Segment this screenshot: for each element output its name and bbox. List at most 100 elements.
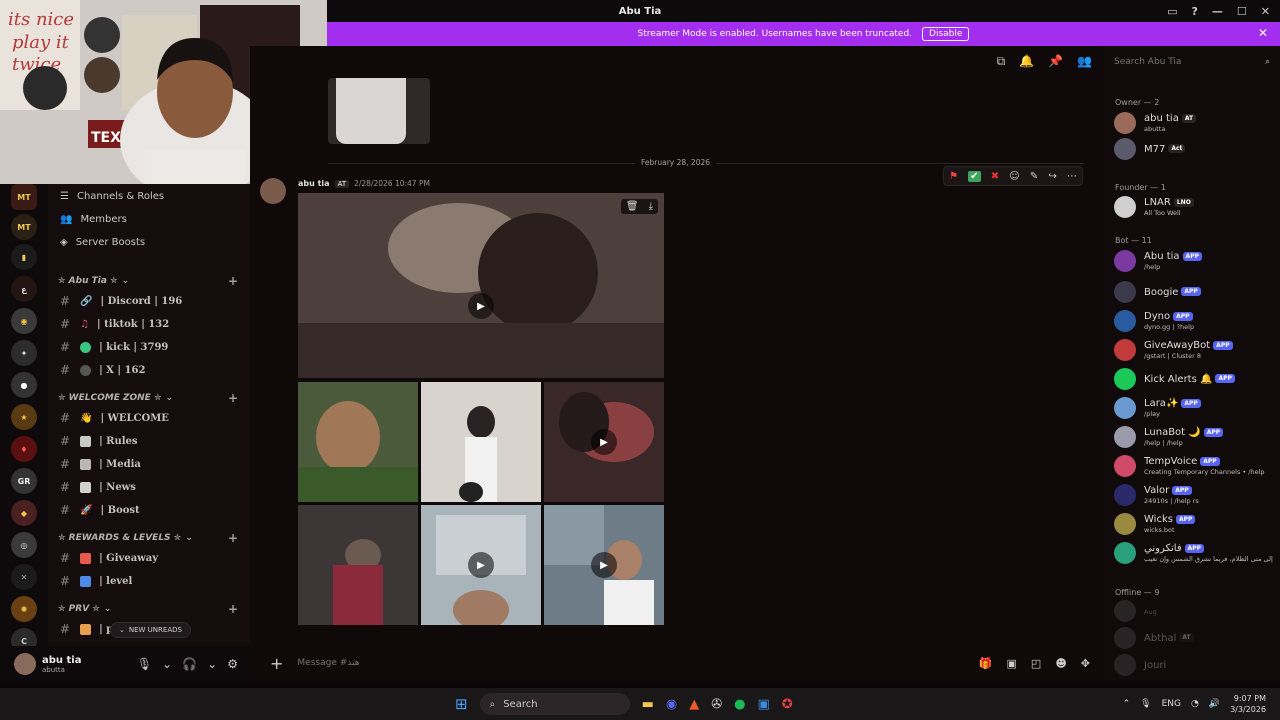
brave-icon[interactable]: ▲ <box>689 697 699 712</box>
taskbar-language[interactable]: ENG <box>1162 699 1181 709</box>
mic-icon[interactable]: 🎙 <box>137 657 152 671</box>
server-icon-12[interactable]: ◎ <box>11 532 37 558</box>
server-icon-mt2[interactable]: MT <box>11 214 37 240</box>
sticker-icon[interactable]: ◰ <box>1031 657 1041 670</box>
disable-streamer-button[interactable]: Disable <box>922 27 970 41</box>
windows-start-icon[interactable]: ⊞ <box>455 695 468 713</box>
server-icon-7[interactable]: ● <box>11 372 37 398</box>
chevron-down-icon[interactable]: ⌄ <box>207 657 217 671</box>
nav-server-boosts[interactable]: ◈ Server Boosts <box>60 237 145 248</box>
member-item[interactable]: فاتكروني APP إلى متى الظلام، فربما تشرق ال… <box>1114 540 1273 566</box>
edit-icon[interactable]: ✎ <box>1030 171 1038 182</box>
spotify-icon[interactable]: ● <box>734 697 745 712</box>
member-item[interactable]: LunaBot 🌙 APP/help | /help <box>1114 424 1224 450</box>
category-welcome-zone[interactable]: ✮ WELCOME ZONE ✮ ⌄ + <box>58 391 238 405</box>
more-icon[interactable]: ⋯ <box>1067 171 1077 182</box>
category-abu-tia[interactable]: ✮ Abu Tia ✮ ⌄ + <box>58 274 238 288</box>
play-icon[interactable]: ▶ <box>468 293 494 319</box>
clock[interactable]: 9:07 PM 3/3/2026 <box>1230 693 1266 715</box>
file-explorer-icon[interactable]: ▬ <box>642 697 654 712</box>
server-icon-mt1[interactable]: MT <box>11 184 37 210</box>
member-item[interactable]: Boogie APP <box>1114 279 1201 305</box>
volume-icon[interactable]: 🔊 <box>1209 699 1220 709</box>
gear-icon[interactable]: ⚙ <box>227 657 238 671</box>
trash-icon[interactable]: 🗑 <box>626 201 639 212</box>
member-item[interactable]: Abu tia APP/help <box>1114 248 1202 274</box>
app-icon-3[interactable]: ✪ <box>782 697 793 712</box>
server-icon-5[interactable]: ◉ <box>11 308 37 334</box>
category-rewards[interactable]: ✮ REWARDS & LEVELS ✮ ⌄ + <box>58 531 238 545</box>
server-icon-8[interactable]: ★ <box>11 404 37 430</box>
channel-x[interactable]: # | X | 162 <box>60 363 145 377</box>
server-icon-4[interactable]: ع <box>11 276 37 302</box>
add-channel-icon[interactable]: + <box>228 391 238 405</box>
member-item[interactable]: M77 Act <box>1114 136 1186 162</box>
image-attachment-2[interactable] <box>421 382 541 502</box>
channel-boost[interactable]: # 🚀 | Boost <box>60 503 140 517</box>
add-reaction-icon[interactable]: ☺ <box>1009 171 1019 182</box>
member-item[interactable]: Valor APP 24910s | /help rs <box>1114 482 1199 508</box>
message-input[interactable] <box>297 658 898 668</box>
member-item[interactable]: abu tia AT abutta <box>1114 110 1197 136</box>
video-attachment-5[interactable]: ▶ <box>421 505 541 625</box>
flag-icon[interactable]: ⚑ <box>949 171 958 182</box>
member-item[interactable]: Kick Alerts 🔔 APP <box>1114 366 1235 392</box>
member-item[interactable]: Aug <box>1114 598 1157 624</box>
category-prv[interactable]: ✮ PRV ✮ ⌄ + <box>58 602 238 616</box>
play-icon[interactable]: ▶ <box>591 429 617 455</box>
app-icon[interactable]: ✇ <box>711 697 722 712</box>
channel-welcome[interactable]: # 👋 | WELCOME <box>60 411 169 425</box>
member-item[interactable]: TempVoice APP Creating Temporary Channels … <box>1114 453 1265 479</box>
check-reaction-icon[interactable]: ✔ <box>968 170 981 182</box>
server-icon-11[interactable]: ◆ <box>11 500 37 526</box>
previous-attachment[interactable] <box>328 78 430 144</box>
pin-icon[interactable]: 📌 <box>1048 54 1063 69</box>
member-item[interactable]: Abthal AT <box>1114 625 1194 651</box>
chevron-down-icon[interactable]: ⌄ <box>162 657 172 671</box>
add-channel-icon[interactable]: + <box>228 531 238 545</box>
message-author[interactable]: abu tia <box>298 179 330 188</box>
play-icon[interactable]: ▶ <box>591 552 617 578</box>
server-icon-13[interactable]: ✕ <box>11 564 37 590</box>
channel-media[interactable]: # | Media <box>60 457 141 471</box>
server-icon-3[interactable]: ▮ <box>11 244 37 270</box>
chevron-up-icon[interactable]: ⌃ <box>1123 699 1131 709</box>
nav-channels-roles[interactable]: ☰ Channels & Roles <box>60 191 164 202</box>
maximize-icon[interactable]: ☐ <box>1237 5 1247 18</box>
threads-icon[interactable]: ⧉ <box>997 54 1006 69</box>
image-attachment-4[interactable] <box>298 505 418 625</box>
close-banner-icon[interactable]: ✕ <box>1258 26 1268 40</box>
new-unreads-pill[interactable]: ⌄ NEW UNREADS <box>110 622 191 638</box>
video-attachment-3[interactable]: ▶ <box>544 382 664 502</box>
app-icon-2[interactable]: ▣ <box>757 697 769 712</box>
search-input[interactable] <box>1114 57 1254 67</box>
channel-discord[interactable]: # 🔗 | Discord | 196 <box>60 294 182 308</box>
play-icon[interactable]: ▶ <box>468 552 494 578</box>
video-attachment-6[interactable]: ▶ <box>544 505 664 625</box>
channel-prv[interactable]: # | p <box>60 622 113 636</box>
avatar[interactable] <box>260 178 286 204</box>
wifi-icon[interactable]: ◔ <box>1191 699 1199 709</box>
apps-icon[interactable]: ✥ <box>1081 657 1090 670</box>
server-icon-gr[interactable]: GR <box>11 468 37 494</box>
close-window-icon[interactable]: ✕ <box>1261 5 1270 18</box>
member-item[interactable]: LNAR LNO All Too Well <box>1114 194 1194 220</box>
video-attachment-main[interactable]: ▶ 🗑 ⤓ <box>298 193 664 378</box>
image-attachment-1[interactable] <box>298 382 418 502</box>
member-item[interactable]: GiveAwayBot APP/gstart | Cluster 8 <box>1114 337 1233 363</box>
member-list-icon[interactable]: 👥 <box>1077 54 1092 69</box>
member-item[interactable]: Lara✨ APP/play <box>1114 395 1201 421</box>
mic-icon[interactable]: 🎙 <box>1140 699 1151 709</box>
member-item[interactable]: Wicks APP wicks.bot <box>1114 511 1196 537</box>
channel-level[interactable]: # | level <box>60 574 132 588</box>
emoji-icon[interactable]: ☻ <box>1055 657 1066 670</box>
avatar[interactable] <box>14 653 36 675</box>
search-icon[interactable]: ⌕ <box>1265 57 1270 67</box>
search-bar[interactable]: ⌕ <box>1106 52 1274 72</box>
help-icon[interactable]: ? <box>1192 5 1198 18</box>
add-attachment-icon[interactable]: + <box>270 654 283 673</box>
add-channel-icon[interactable]: + <box>228 602 238 616</box>
member-item[interactable]: Dyno APP dyno.gg | ?help <box>1114 308 1194 334</box>
minimize-icon[interactable]: — <box>1212 5 1223 18</box>
nav-members[interactable]: 👥 Members <box>60 214 127 225</box>
